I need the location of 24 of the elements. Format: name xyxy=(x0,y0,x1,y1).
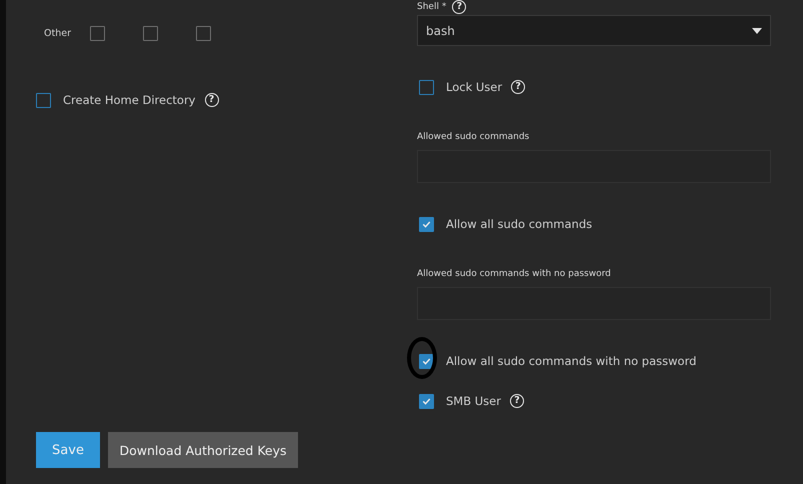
checkbox[interactable] xyxy=(196,26,211,40)
shell-select[interactable]: bash xyxy=(417,15,771,46)
checkbox-label: SMB User xyxy=(446,394,501,408)
checkbox[interactable] xyxy=(90,26,105,40)
checkbox[interactable] xyxy=(36,92,51,108)
help-icon[interactable]: ? xyxy=(452,0,466,14)
checkbox[interactable] xyxy=(143,26,158,40)
help-icon[interactable]: ? xyxy=(204,93,218,107)
download-button[interactable]: Download Authorized Keys xyxy=(108,432,298,468)
checkbox[interactable] xyxy=(419,394,434,408)
permission-label: Other xyxy=(44,28,72,38)
field-label: Shell * xyxy=(417,2,446,12)
help-icon[interactable]: ? xyxy=(511,80,526,94)
field-label: Allowed sudo commands xyxy=(417,132,530,142)
checkbox-label: Allow all sudo commands with no password xyxy=(446,354,696,368)
checkbox-label: Allow all sudo commands xyxy=(446,217,592,231)
help-icon[interactable]: ? xyxy=(510,394,524,408)
checkbox-label: Lock User xyxy=(446,80,502,94)
field-label: Allowed sudo commands with no password xyxy=(417,269,612,279)
checkbox-label: Create Home Directory xyxy=(63,93,196,107)
caret-icon xyxy=(752,28,762,34)
checkbox[interactable] xyxy=(419,216,434,232)
checkbox[interactable] xyxy=(419,354,434,368)
checkbox[interactable] xyxy=(419,80,434,94)
